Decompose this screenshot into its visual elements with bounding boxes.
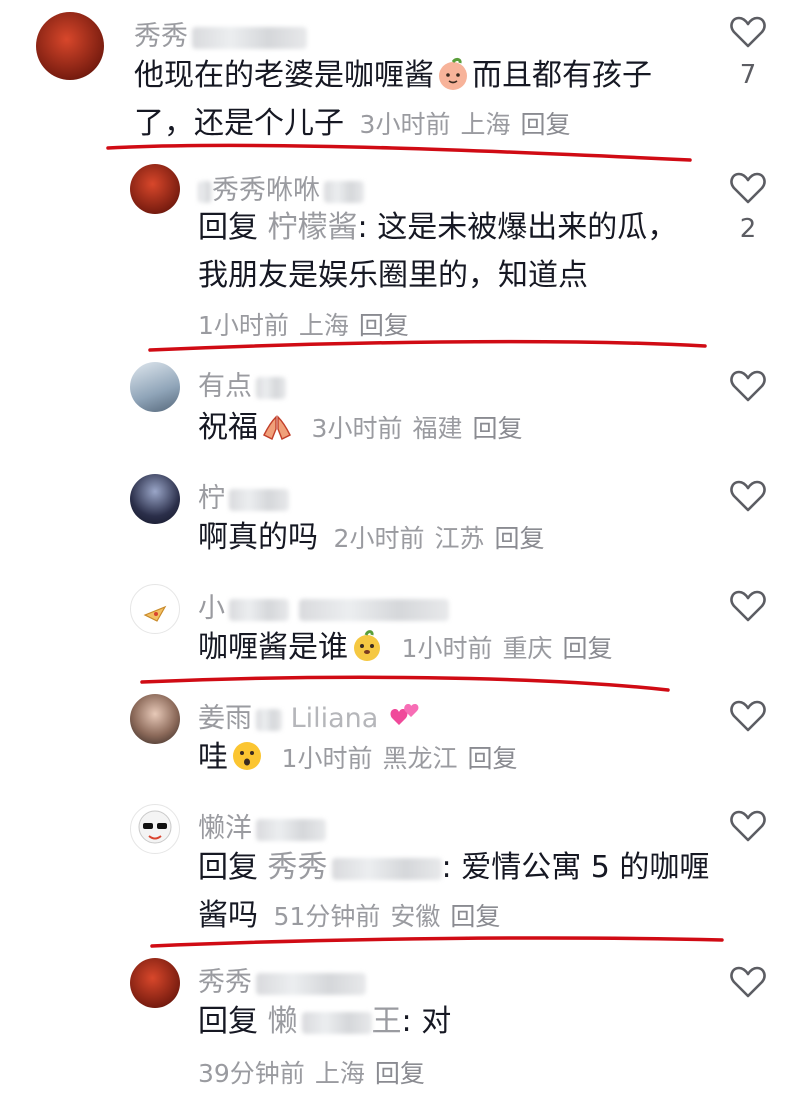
reply-button[interactable]: 回复 <box>562 634 612 663</box>
comment-text: 他现在的老婆是咖喱酱 而且都有孩子 了，还是个儿子 3小时前 上海 回复 <box>134 58 652 141</box>
location: 黑龙江 <box>382 744 458 773</box>
comment-text: 哇 1小时前 黑龙江 回复 <box>198 740 518 775</box>
heart-outline-icon[interactable] <box>728 476 768 516</box>
reply-button[interactable]: 回复 <box>520 110 570 139</box>
timestamp: 51分钟前 <box>273 902 381 931</box>
username[interactable]: 秀秀 <box>134 14 307 53</box>
avatar[interactable] <box>130 474 180 524</box>
praying-hands-emoji <box>263 415 291 440</box>
reply-button[interactable]: 回复 <box>375 1059 425 1088</box>
location: 重庆 <box>502 634 553 663</box>
pizza-icon <box>143 605 167 622</box>
heart-outline-icon[interactable] <box>728 586 768 626</box>
avatar[interactable] <box>130 694 180 744</box>
timestamp: 1小时前 <box>281 744 373 773</box>
reply-button[interactable]: 回复 <box>472 414 522 443</box>
reply-target-name[interactable]: 柠檬酱 <box>268 210 358 245</box>
timestamp: 1小时前 <box>401 634 493 663</box>
reply-target-name[interactable]: 秀秀 <box>268 850 328 885</box>
avatar[interactable] <box>130 164 180 214</box>
location: 上海 <box>298 311 349 340</box>
reply-button[interactable]: 回复 <box>467 744 517 773</box>
dog-face-emoji <box>354 630 380 661</box>
reply-button[interactable]: 回复 <box>494 524 544 553</box>
location: 安徽 <box>390 902 441 931</box>
like-count: 2 <box>739 214 757 244</box>
username[interactable]: 姜雨 Liliana <box>198 696 425 735</box>
hushed-face-emoji <box>233 742 261 770</box>
username[interactable]: 秀秀咻咻 <box>198 168 364 207</box>
username[interactable]: 小 <box>198 586 449 625</box>
comment-text: 回复 秀秀: 爱情公寓 5 的咖喱 酱吗 51分钟前 安徽 回复 <box>198 850 710 933</box>
comment-text: 啊真的吗 2小时前 江苏 回复 <box>198 520 545 555</box>
avatar[interactable] <box>130 362 180 412</box>
reply-button[interactable]: 回复 <box>450 902 500 931</box>
heart-outline-icon[interactable] <box>728 366 768 406</box>
heart-outline-icon[interactable] <box>728 12 768 52</box>
comment-text: 回复 柠檬酱: 这是未被爆出来的瓜， 我朋友是娱乐圈里的，知道点 <box>198 210 678 293</box>
location: 福建 <box>412 414 463 443</box>
avatar[interactable] <box>130 958 180 1008</box>
timestamp: 2小时前 <box>333 524 425 553</box>
reply-target-name[interactable]: 懒王 <box>268 1004 402 1039</box>
username[interactable]: 懒洋 <box>198 806 326 845</box>
timestamp: 39分钟前 <box>198 1059 305 1088</box>
avatar[interactable] <box>130 584 180 634</box>
avatar[interactable] <box>130 804 180 854</box>
avatar[interactable] <box>36 12 104 80</box>
peach-face-emoji <box>439 58 467 90</box>
timestamp: 3小时前 <box>311 414 403 443</box>
username[interactable]: 有点 <box>198 364 286 403</box>
timestamp: 3小时前 <box>359 110 451 139</box>
comment-text: 回复 懒王: 对 <box>198 1004 452 1039</box>
username[interactable]: 柠 <box>198 476 289 515</box>
heart-outline-icon[interactable] <box>728 168 768 208</box>
comment-text: 咖喱酱是谁 1小时前 重庆 回复 <box>198 630 613 665</box>
timestamp: 1小时前 <box>198 311 289 340</box>
two-hearts-emoji <box>390 704 419 725</box>
location: 江苏 <box>434 524 485 553</box>
comment-text: 祝福 3小时前 福建 回复 <box>198 410 523 445</box>
heart-outline-icon[interactable] <box>728 962 768 1002</box>
like-count: 7 <box>739 60 757 90</box>
reply-button[interactable]: 回复 <box>359 311 409 340</box>
heart-outline-icon[interactable] <box>728 696 768 736</box>
location: 上海 <box>460 110 511 139</box>
sheep-sunglasses-icon <box>138 810 172 844</box>
heart-outline-icon[interactable] <box>728 806 768 846</box>
location: 上海 <box>314 1059 365 1088</box>
username[interactable]: 秀秀 <box>198 960 366 999</box>
